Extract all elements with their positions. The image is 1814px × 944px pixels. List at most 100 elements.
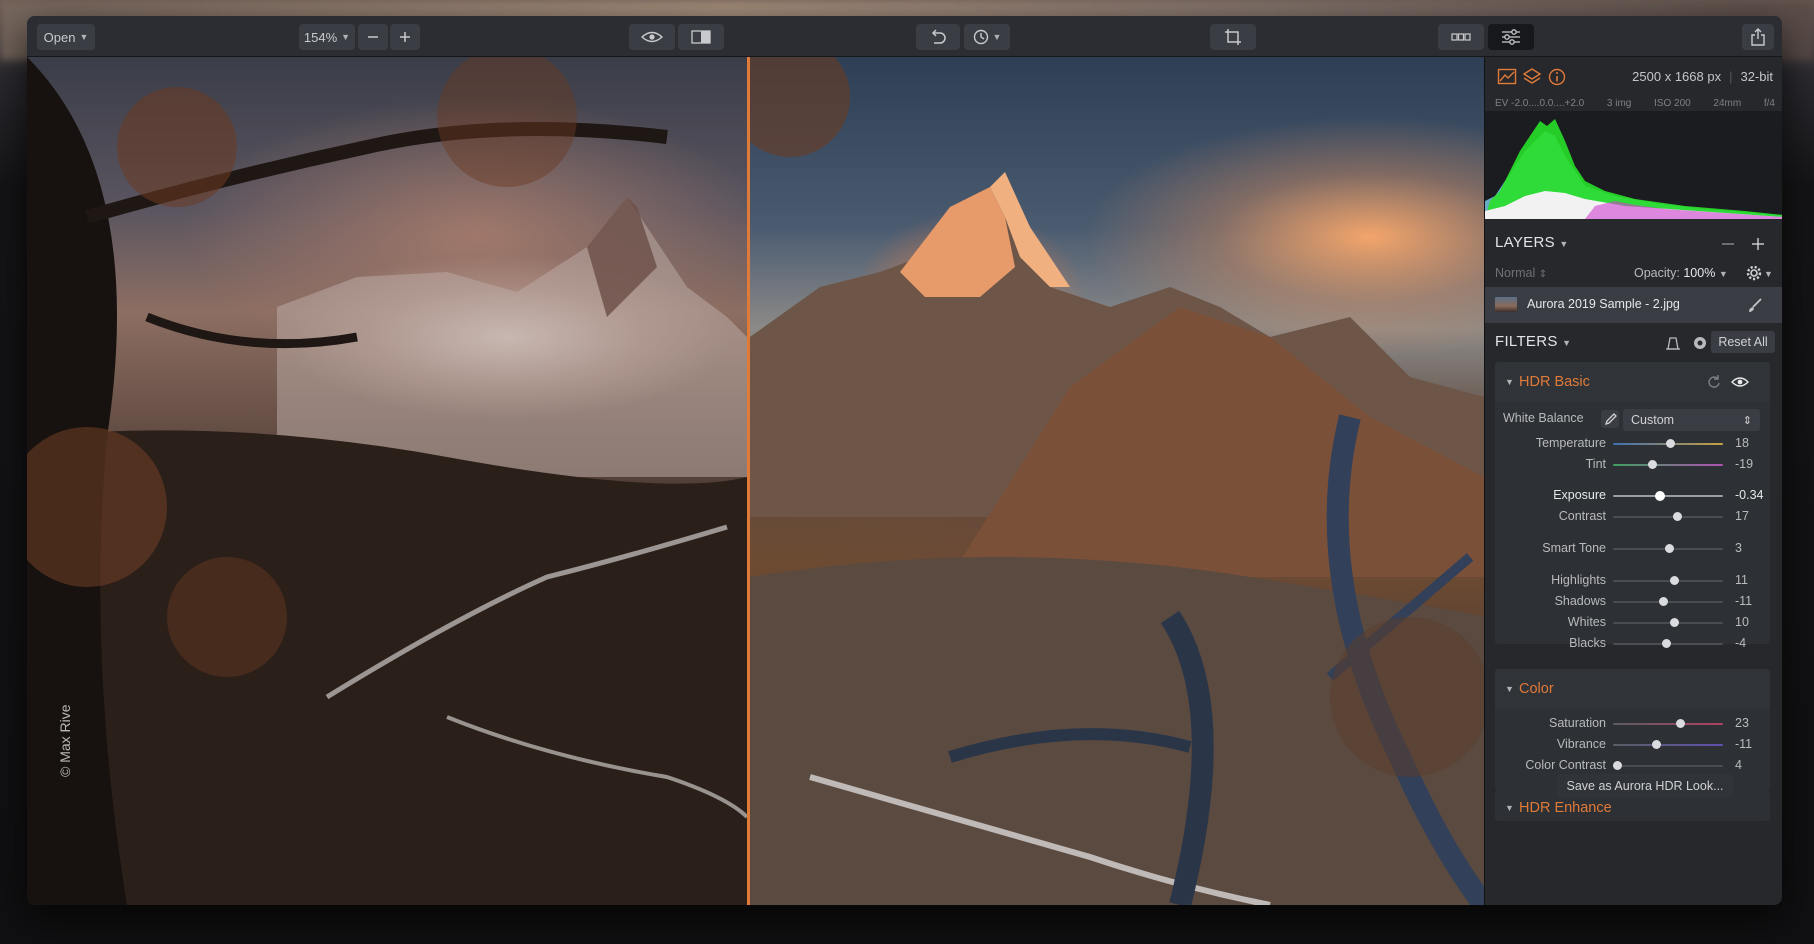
slider-value[interactable]: -11 — [1735, 737, 1752, 751]
slider-highlights[interactable]: Highlights 11 — [1495, 570, 1770, 592]
slider-track[interactable] — [1613, 491, 1723, 501]
slider-tint[interactable]: Tint -19 — [1495, 454, 1770, 476]
slider-contrast[interactable]: Contrast 17 — [1495, 506, 1770, 528]
slider-track[interactable] — [1613, 576, 1723, 585]
color-header[interactable]: ▼ Color — [1495, 669, 1770, 709]
slider-blacks[interactable]: Blacks -4 — [1495, 633, 1770, 655]
slider-value[interactable]: 4 — [1735, 758, 1742, 772]
slider-handle[interactable] — [1655, 491, 1666, 501]
focal-length: 24mm — [1713, 98, 1742, 109]
reset-all-label: Reset All — [1718, 335, 1768, 349]
history-button[interactable]: ▼ — [964, 24, 1010, 50]
slider-track[interactable] — [1613, 761, 1723, 770]
image-bit-depth: 32-bit — [1740, 69, 1773, 84]
slider-handle[interactable] — [1669, 618, 1679, 627]
slider-value[interactable]: 11 — [1735, 573, 1748, 587]
slider-handle[interactable] — [1676, 719, 1686, 728]
zoom-dropdown[interactable]: 154% ▼ — [299, 24, 355, 50]
image-count: 3 img — [1606, 98, 1632, 109]
layer-item[interactable]: Aurora 2019 Sample - 2.jpg — [1485, 287, 1782, 323]
slider-handle[interactable] — [1651, 740, 1661, 749]
slider-label: Whites — [1567, 615, 1606, 629]
adjustments-button[interactable] — [1488, 24, 1534, 50]
slider-track[interactable] — [1613, 597, 1723, 606]
chevron-down-icon: ▼ — [1505, 803, 1514, 813]
hdr-basic-header[interactable]: ▼ HDR Basic — [1495, 362, 1770, 402]
zoom-out-button[interactable] — [358, 24, 388, 50]
slider-handle[interactable] — [1613, 761, 1623, 770]
slider-handle[interactable] — [1647, 460, 1657, 469]
slider-value[interactable]: -11 — [1735, 594, 1752, 608]
slider-vibrance[interactable]: Vibrance -11 — [1495, 734, 1770, 756]
slider-handle[interactable] — [1666, 439, 1676, 448]
mask-icon[interactable] — [1665, 335, 1681, 351]
layers-icon[interactable] — [1522, 67, 1542, 87]
brush-icon[interactable] — [1747, 297, 1763, 313]
filters-heading[interactable]: FILTERS ▼ — [1495, 333, 1571, 350]
slider-value[interactable]: -4 — [1735, 636, 1746, 650]
gear-icon[interactable] — [1746, 265, 1762, 281]
slider-track[interactable] — [1613, 639, 1723, 648]
split-view-button[interactable] — [678, 24, 724, 50]
slider-exposure[interactable]: Exposure -0.34 — [1495, 485, 1770, 507]
slider-value[interactable]: -0.34 — [1735, 488, 1764, 502]
info-row: 2500 x 1668 px | 32-bit EV -2.0....0.0..… — [1485, 57, 1782, 109]
slider-track[interactable] — [1613, 460, 1723, 469]
presets-button[interactable] — [1438, 24, 1484, 50]
info-icon[interactable] — [1547, 67, 1567, 87]
hdr-enhance-title: HDR Enhance — [1519, 800, 1612, 816]
histogram-icon[interactable] — [1497, 67, 1517, 87]
add-layer-icon[interactable] — [1751, 237, 1765, 251]
eye-icon[interactable] — [1731, 375, 1749, 389]
presets-icon — [1451, 33, 1471, 41]
app-window: Open ▼ 154% ▼ ▼ © Max Rive 2500 x 1668 p… — [27, 16, 1782, 905]
slider-temperature[interactable]: Temperature 18 — [1495, 433, 1770, 455]
chevron-down-icon: ▼ — [341, 32, 351, 42]
open-button[interactable]: Open ▼ — [37, 24, 95, 50]
slider-saturation[interactable]: Saturation 23 — [1495, 713, 1770, 735]
slider-track[interactable] — [1613, 512, 1723, 521]
undo-button[interactable] — [916, 24, 960, 50]
slider-track[interactable] — [1613, 544, 1723, 553]
slider-value[interactable]: 10 — [1735, 615, 1749, 629]
share-button[interactable] — [1742, 24, 1774, 50]
reset-filter-icon[interactable] — [1706, 374, 1722, 390]
layer-thumbnail — [1495, 297, 1517, 312]
filters-title: FILTERS — [1495, 333, 1558, 350]
slider-track[interactable] — [1613, 618, 1723, 627]
layers-heading[interactable]: LAYERS ▼ — [1495, 234, 1569, 251]
remove-layer-icon[interactable] — [1721, 237, 1735, 251]
slider-shadows[interactable]: Shadows -11 — [1495, 591, 1770, 613]
slider-track[interactable] — [1613, 740, 1723, 749]
slider-whites[interactable]: Whites 10 — [1495, 612, 1770, 634]
slider-handle[interactable] — [1665, 544, 1675, 553]
slider-value[interactable]: 23 — [1735, 716, 1749, 730]
slider-label: Tint — [1585, 457, 1606, 471]
slider-value[interactable]: -19 — [1735, 457, 1753, 471]
slider-track[interactable] — [1613, 719, 1723, 728]
white-balance-select[interactable]: Custom ⇕ — [1623, 409, 1760, 431]
image-canvas[interactable]: © Max Rive — [27, 57, 1484, 905]
color-filter: ▼ Color Saturation 23 Vibrance -11 Color Con… — [1495, 669, 1770, 791]
slider-track[interactable] — [1613, 439, 1723, 448]
slider-handle[interactable] — [1658, 597, 1668, 606]
opacity-control[interactable]: Opacity: 100% ▼ — [1634, 266, 1728, 280]
minus-icon — [368, 36, 378, 38]
slider-handle[interactable] — [1669, 576, 1679, 585]
white-balance-value: Custom — [1631, 413, 1675, 427]
preview-button[interactable] — [629, 24, 675, 50]
save-look-button[interactable]: Save as Aurora HDR Look... — [1557, 774, 1733, 798]
filter-settings-icon[interactable] — [1692, 335, 1708, 351]
slider-value[interactable]: 18 — [1735, 436, 1749, 450]
blend-mode-select[interactable]: Normal ⇕ — [1495, 266, 1547, 280]
after-image — [750, 57, 1484, 905]
zoom-in-button[interactable] — [390, 24, 420, 50]
slider-value[interactable]: 3 — [1735, 541, 1742, 555]
slider-handle[interactable] — [1672, 512, 1682, 521]
slider-value[interactable]: 17 — [1735, 509, 1749, 523]
reset-all-button[interactable]: Reset All — [1711, 331, 1775, 353]
slider-smart-tone[interactable]: Smart Tone 3 — [1495, 538, 1770, 560]
eyedropper-icon[interactable] — [1601, 410, 1619, 428]
crop-button[interactable] — [1210, 24, 1256, 50]
slider-handle[interactable] — [1661, 639, 1671, 648]
